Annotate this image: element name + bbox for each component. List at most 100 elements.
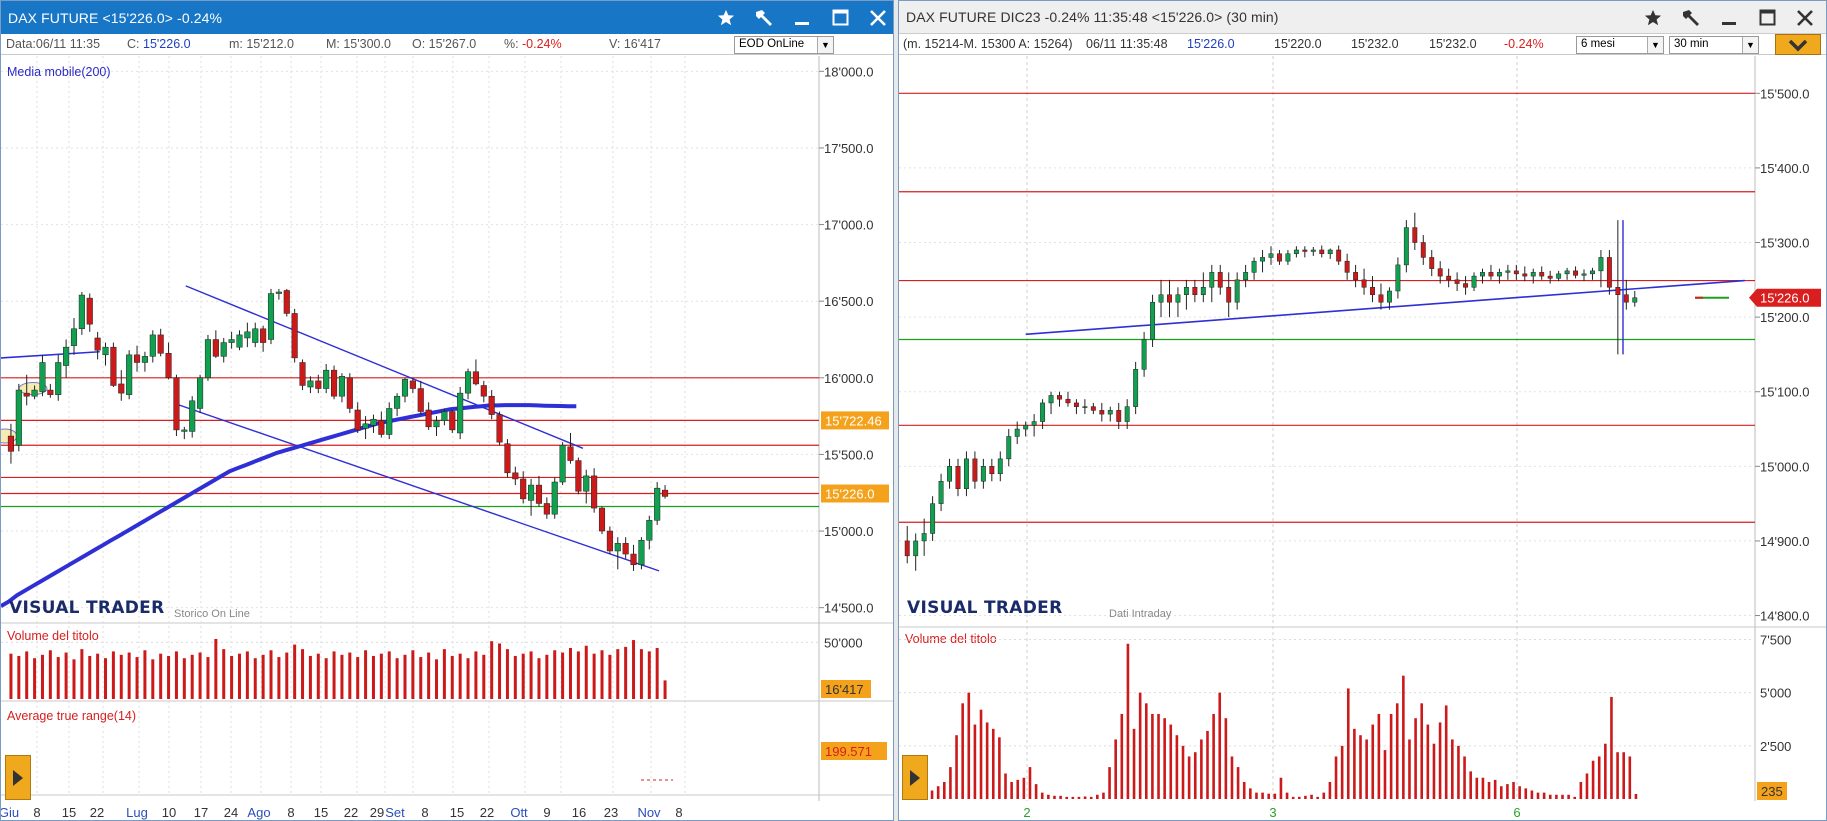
volume-bar — [466, 658, 470, 699]
volume-bar — [1016, 779, 1020, 799]
volume-bar — [1047, 794, 1050, 799]
volume-bar — [1524, 788, 1528, 799]
right-chart-canvas[interactable]: 15'500.0 15'400.0 15'300.0 15'200.0 15'100.0… — [899, 1, 1827, 821]
volume-bar — [1089, 796, 1093, 799]
volume-bar — [1371, 724, 1375, 799]
candle-body — [1099, 410, 1105, 415]
right-expand-button[interactable] — [902, 755, 928, 800]
volume-bar — [568, 648, 572, 699]
volume-bar — [1230, 756, 1234, 799]
candle-body — [1344, 260, 1350, 273]
volume-bar — [513, 655, 517, 699]
volume-bar — [1359, 735, 1362, 799]
volume-bar — [1469, 771, 1472, 799]
candle-body — [1471, 275, 1477, 288]
candle-body — [1454, 279, 1460, 284]
volume-bar — [1242, 781, 1246, 799]
volume-tick-label: 5'000 — [1760, 686, 1791, 701]
candle-body — [102, 346, 109, 356]
price-tick-label: 16'500.0 — [824, 294, 873, 309]
volume-bar — [576, 651, 580, 699]
volume-bar — [1004, 773, 1007, 799]
candle-body — [23, 392, 30, 397]
volume-bar — [371, 655, 375, 699]
candle-body — [39, 362, 46, 392]
candle-body — [1014, 428, 1020, 437]
volume-bar — [151, 659, 155, 699]
volume-bar — [261, 654, 265, 699]
candle-body — [441, 411, 448, 421]
volume-bar — [979, 709, 983, 799]
candle-body — [401, 379, 409, 397]
volume-bar — [553, 650, 557, 699]
price-tick-label: 15'000.0 — [1760, 459, 1809, 474]
volume-bar — [253, 658, 257, 699]
volume-bar — [1395, 703, 1399, 799]
candle-body — [394, 395, 401, 409]
candle-body — [1581, 273, 1587, 276]
candle-body — [1268, 253, 1274, 258]
volume-bar — [1616, 752, 1619, 799]
candle-body — [1167, 294, 1172, 303]
volume-bar — [48, 650, 52, 699]
volume-bar — [395, 658, 399, 699]
volume-bar — [624, 646, 628, 699]
candle-body — [1031, 421, 1037, 426]
candle-body — [1505, 270, 1511, 273]
x-tick-label: 22 — [480, 805, 494, 820]
candle-body — [291, 313, 298, 359]
volume-bar — [1096, 794, 1099, 799]
volume-bar — [1071, 796, 1075, 799]
candle-body — [1598, 257, 1604, 272]
moving-average-label: Media mobile(200) — [7, 65, 111, 79]
price-tick-label: 18'000.0 — [824, 64, 873, 79]
volume-bar — [1518, 786, 1521, 799]
volume-bar — [269, 650, 273, 699]
candle-body — [189, 400, 196, 432]
left-expand-button[interactable] — [5, 755, 31, 800]
candle-body — [1217, 272, 1223, 288]
candle-body — [1412, 227, 1418, 243]
candle-body — [997, 458, 1003, 475]
volume-bar — [96, 653, 100, 699]
volume-bar — [1414, 718, 1417, 799]
candle-body — [662, 489, 669, 497]
candle-body — [1615, 287, 1621, 295]
volume-bar — [1053, 795, 1056, 799]
volume-bar — [450, 655, 454, 699]
candle-body — [1124, 406, 1130, 422]
volume-bar — [387, 651, 391, 699]
volume-bar — [80, 649, 84, 699]
candle-body — [457, 392, 464, 434]
volume-bar — [379, 653, 383, 699]
x-tick-label: 2 — [1023, 805, 1030, 820]
candle-body — [1606, 257, 1612, 288]
volume-bar — [1579, 781, 1583, 799]
volume-bar — [639, 649, 643, 699]
volume-bar — [127, 652, 131, 699]
volume-bar — [991, 728, 995, 799]
candle-body — [1463, 283, 1469, 288]
volume-bar — [632, 640, 636, 699]
volume-bar — [222, 649, 226, 699]
volume-bar — [584, 645, 588, 699]
volume-bar — [419, 657, 423, 699]
volume-bar — [1212, 713, 1215, 799]
candle-body — [1564, 270, 1570, 275]
candle-body — [252, 328, 259, 343]
candle-body — [299, 362, 306, 386]
volume-bar — [198, 652, 202, 699]
volume-bar — [206, 657, 210, 699]
candle-body — [1090, 406, 1096, 411]
volume-bar — [1249, 788, 1252, 799]
volume-bar — [1040, 792, 1044, 799]
volume-bar — [521, 653, 525, 699]
moving-average-200-line — [1, 403, 577, 608]
candle-body — [1116, 410, 1122, 422]
x-tick-label: 8 — [33, 805, 40, 820]
left-chart-canvas[interactable]: 18'000.0 17'500.0 17'000.0 16'500.0 16'000.0… — [1, 1, 894, 821]
volume-bar — [1065, 796, 1069, 799]
volume-bar — [1536, 792, 1540, 799]
candle-body — [1386, 290, 1392, 303]
candle-body — [921, 533, 927, 542]
